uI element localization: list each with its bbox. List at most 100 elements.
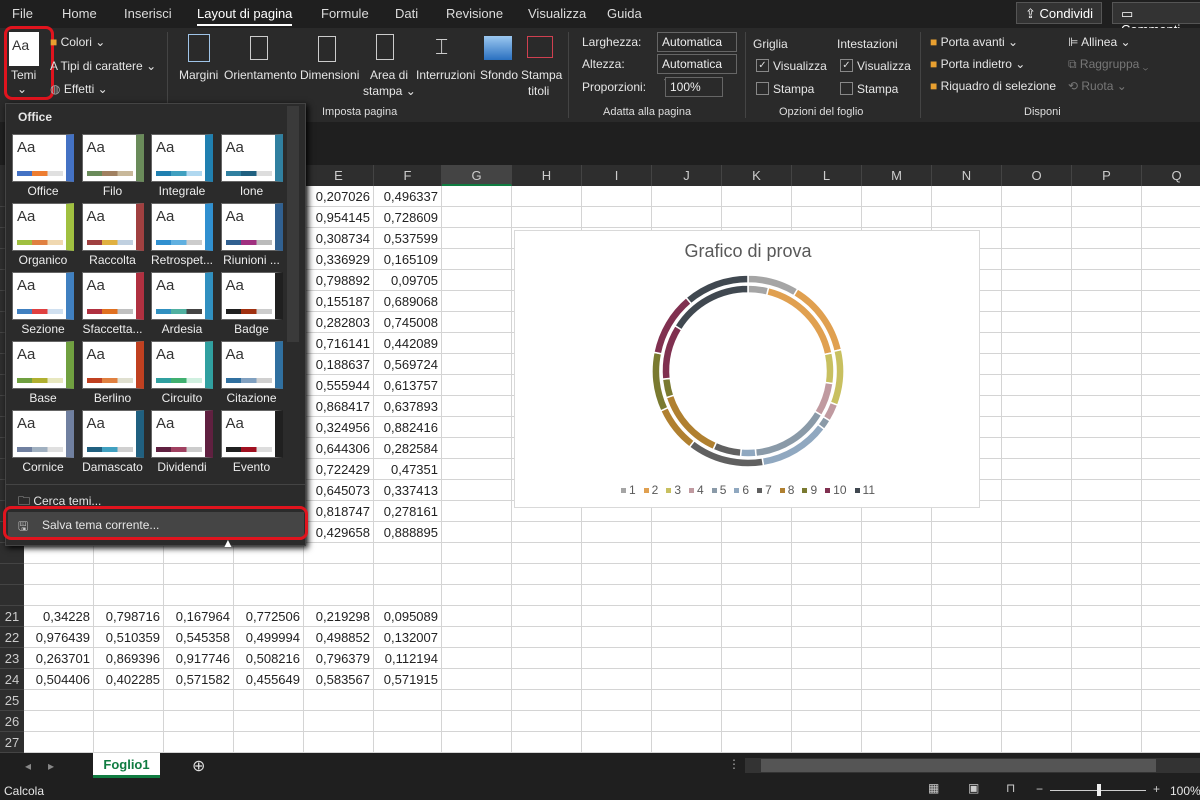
cell-B24[interactable]: 0,402285 — [94, 669, 164, 690]
cell-K24[interactable] — [722, 669, 792, 690]
theme-tile-raccolta[interactable]: Aa — [81, 203, 144, 251]
cell-J25[interactable] — [652, 690, 722, 711]
normal-view-icon[interactable]: ▦ — [928, 781, 939, 795]
cell-J24[interactable] — [652, 669, 722, 690]
cell-P5[interactable] — [1072, 270, 1142, 291]
column-header-N[interactable]: N — [932, 165, 1002, 186]
cell-F21[interactable]: 0,095089 — [374, 606, 442, 627]
cell-J1[interactable] — [652, 186, 722, 207]
cell-E9[interactable]: 0,188637 — [304, 354, 374, 375]
cell-F17[interactable]: 0,888895 — [374, 522, 442, 543]
cell-I26[interactable] — [582, 711, 652, 732]
cell-L19[interactable] — [792, 564, 862, 585]
tab-revisione[interactable]: Revisione — [446, 6, 503, 21]
cell-D18[interactable] — [234, 543, 304, 564]
cell-I27[interactable] — [582, 732, 652, 753]
cell-O15[interactable] — [1002, 480, 1072, 501]
cell-F26[interactable] — [374, 711, 442, 732]
horizontal-scrollbar[interactable] — [745, 758, 1200, 773]
zoom-in-icon[interactable]: + — [1153, 782, 1160, 796]
size-button[interactable]: Dimensioni — [300, 68, 359, 82]
row-header-26[interactable]: 26 — [0, 711, 24, 732]
cell-G25[interactable] — [442, 690, 512, 711]
cell-L2[interactable] — [792, 207, 862, 228]
theme-tile-badge[interactable]: Aa — [220, 272, 283, 320]
comments-button[interactable]: ▭ Commenti — [1112, 2, 1200, 37]
tab-file[interactable]: File — [12, 6, 33, 21]
cell-A23[interactable]: 0,263701 — [24, 648, 94, 669]
cell-M23[interactable] — [862, 648, 932, 669]
cell-I24[interactable] — [582, 669, 652, 690]
cell-A19[interactable] — [24, 564, 94, 585]
cell-F14[interactable]: 0,47351 — [374, 459, 442, 480]
breaks-button[interactable]: Interruzioni — [416, 68, 475, 82]
cell-H18[interactable] — [512, 543, 582, 564]
cell-P12[interactable] — [1072, 417, 1142, 438]
cell-P4[interactable] — [1072, 249, 1142, 270]
cell-A20[interactable] — [24, 585, 94, 606]
cell-I17[interactable] — [582, 522, 652, 543]
cell-C25[interactable] — [164, 690, 234, 711]
theme-tile-integrale[interactable]: Aa — [151, 134, 213, 182]
cell-K2[interactable] — [722, 207, 792, 228]
cell-Q9[interactable] — [1142, 354, 1200, 375]
cell-N24[interactable] — [932, 669, 1002, 690]
cell-Q15[interactable] — [1142, 480, 1200, 501]
cell-E16[interactable]: 0,818747 — [304, 501, 374, 522]
cell-G11[interactable] — [442, 396, 512, 417]
cell-A26[interactable] — [24, 711, 94, 732]
cell-O3[interactable] — [1002, 228, 1072, 249]
cell-Q13[interactable] — [1142, 438, 1200, 459]
cell-H22[interactable] — [512, 627, 582, 648]
cell-P1[interactable] — [1072, 186, 1142, 207]
cell-M2[interactable] — [862, 207, 932, 228]
cell-G18[interactable] — [442, 543, 512, 564]
column-header-E[interactable]: E — [304, 165, 374, 186]
cell-N20[interactable] — [932, 585, 1002, 606]
cell-Q26[interactable] — [1142, 711, 1200, 732]
cell-D25[interactable] — [234, 690, 304, 711]
cell-N19[interactable] — [932, 564, 1002, 585]
cell-N26[interactable] — [932, 711, 1002, 732]
cell-C24[interactable]: 0,571582 — [164, 669, 234, 690]
cell-C21[interactable]: 0,167964 — [164, 606, 234, 627]
headings-view-checkbox[interactable]: ✓ — [840, 59, 853, 72]
cell-H19[interactable] — [512, 564, 582, 585]
cell-L17[interactable] — [792, 522, 862, 543]
gridlines-print-checkbox[interactable] — [756, 82, 769, 95]
fonts-button[interactable]: A Tipi di carattere ⌄ — [50, 59, 156, 73]
cell-F15[interactable]: 0,337413 — [374, 480, 442, 501]
cell-E19[interactable] — [304, 564, 374, 585]
theme-tile-sezione[interactable]: Aa — [12, 272, 74, 320]
cell-B25[interactable] — [94, 690, 164, 711]
cell-G8[interactable] — [442, 333, 512, 354]
cell-I20[interactable] — [582, 585, 652, 606]
theme-tile-dividendi[interactable]: Aa — [151, 410, 213, 458]
cell-P13[interactable] — [1072, 438, 1142, 459]
cell-F22[interactable]: 0,132007 — [374, 627, 442, 648]
cell-B27[interactable] — [94, 732, 164, 753]
cell-H2[interactable] — [512, 207, 582, 228]
tab-dati[interactable]: Dati — [395, 6, 418, 21]
cell-F2[interactable]: 0,728609 — [374, 207, 442, 228]
cell-H1[interactable] — [512, 186, 582, 207]
cell-O7[interactable] — [1002, 312, 1072, 333]
cell-C19[interactable] — [164, 564, 234, 585]
theme-tile-cornice[interactable]: Aa — [12, 410, 74, 458]
cell-F11[interactable]: 0,637893 — [374, 396, 442, 417]
cell-D19[interactable] — [234, 564, 304, 585]
cell-A25[interactable] — [24, 690, 94, 711]
cell-G27[interactable] — [442, 732, 512, 753]
cell-L20[interactable] — [792, 585, 862, 606]
cell-Q21[interactable] — [1142, 606, 1200, 627]
column-header-F[interactable]: F — [374, 165, 442, 186]
cell-G13[interactable] — [442, 438, 512, 459]
cell-O11[interactable] — [1002, 396, 1072, 417]
cell-N1[interactable] — [932, 186, 1002, 207]
cell-O14[interactable] — [1002, 459, 1072, 480]
share-button[interactable]: ⇪ Condividi — [1016, 2, 1102, 24]
cell-P10[interactable] — [1072, 375, 1142, 396]
cell-K27[interactable] — [722, 732, 792, 753]
cell-J21[interactable] — [652, 606, 722, 627]
cell-E14[interactable]: 0,722429 — [304, 459, 374, 480]
